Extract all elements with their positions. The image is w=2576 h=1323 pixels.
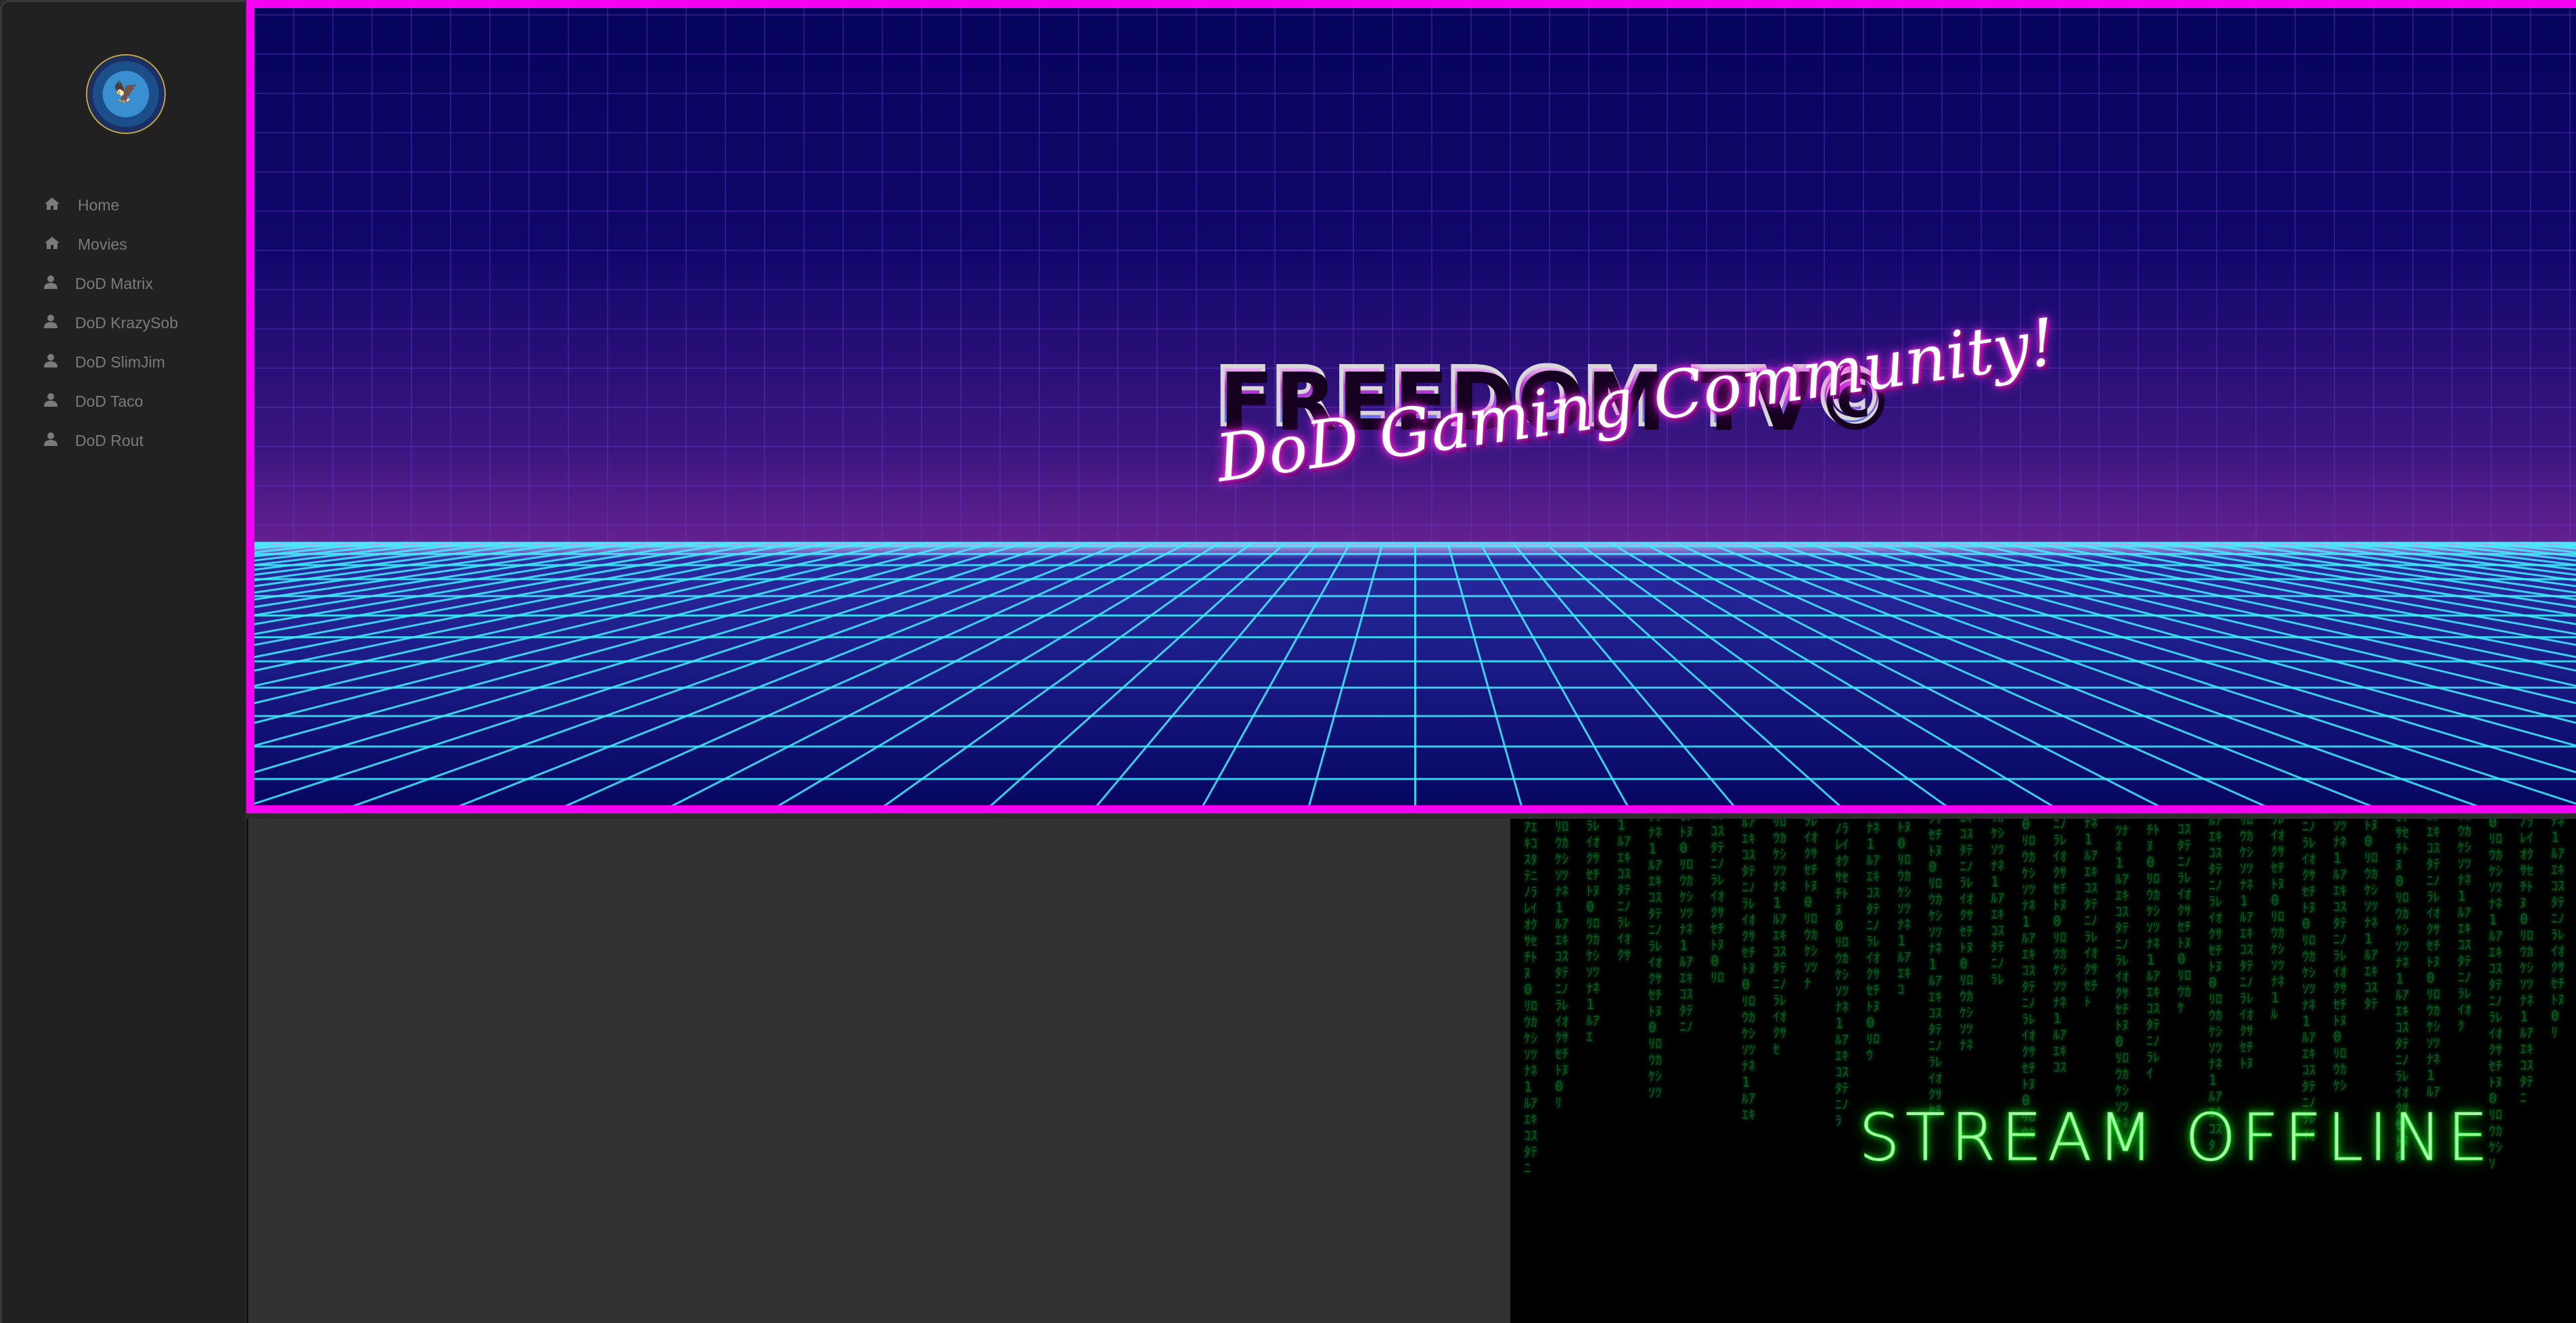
matrix-rain-column: ﾚｲｵｸｻｾﾁﾄﾇ0ﾘﾛｳｶｹｼｿﾂﾅﾈ1ﾙｱｴｷｺｽﾀﾃﾆﾉﾗﾚｲｵｸｻｾﾁﾄ xyxy=(2084,819,2098,1010)
user-icon xyxy=(44,432,60,450)
sidebar-item-movies[interactable]: Movies xyxy=(44,231,127,258)
matrix-rain-column: ｸｻｾﾁﾄﾇ0ﾘﾛｳｶｹｼｿﾂﾅﾈ1ﾙｱｴｷｺｽﾀﾃﾆﾉﾗﾚｲｵｸｻｾﾁﾄﾇ0ﾘ xyxy=(1555,819,1568,1111)
user-icon xyxy=(44,393,60,411)
matrix-rain-column: ｾﾁﾄﾇ0ﾘﾛｳｶｹｼｿﾂﾅﾈ1ﾙｱｴｷｺｽﾀﾃﾆﾉﾗﾚｲｵｸｻｾﾁﾄﾇ0ﾘﾛｳ xyxy=(1866,819,1880,1063)
sidebar-item-label: Movies xyxy=(78,235,127,253)
eagle-icon: 🦅 xyxy=(113,81,139,104)
sidebar-item-label: DoD Matrix xyxy=(75,274,154,292)
matrix-rain-column: ｴｷｺｽﾀﾃﾆﾉﾗﾚｲｵｸｻｾﾁﾄﾇ0ﾘﾛｳｶｹｼｿﾂﾅﾈ1ﾙｱｴｷｺｽﾀﾃﾆﾉ xyxy=(1679,819,1693,1035)
sidebar-item-dod-slimjim[interactable]: DoD SlimJim xyxy=(44,349,165,376)
matrix-rain-column: ｱｴｷｺｽﾀﾃﾆﾉﾗﾚｲｵｸｻｾﾁﾄﾇ0ﾘﾛｳｶｹｼｿﾂﾅﾈ1ﾙｱｴｷｺｽﾀﾃﾆ xyxy=(1524,819,1537,1176)
sidebar-item-label: DoD Taco xyxy=(75,392,143,410)
user-icon xyxy=(44,314,60,332)
matrix-rain-column: ﾅﾈ1ﾙｱｴｷｺｽﾀﾃﾆﾉﾗﾚｲｵｸｻｾﾁﾄﾇ0ﾘﾛｳｶｹｼｿﾂﾅﾈ1ﾙｱｴｷｺ xyxy=(1897,819,1911,997)
home-icon xyxy=(44,196,60,215)
matrix-rain-column: ﾙｱｴｷｺｽﾀﾃﾆﾉﾗﾚｲｵｸｻｾﾁﾄﾇ0ﾘﾛｳｶｹｼｿﾂﾅﾈ1ﾙｱｴｷｺｽﾀﾃ xyxy=(2364,819,2378,1012)
matrix-rain-column: ｸｻｾﾁﾄﾇ0ﾘﾛｳｶｹｼｿﾂﾅﾈ1ﾙｱｴｷｺｽﾀﾃﾆﾉﾗﾚｲｵｸｻｾﾁﾄﾇ0ﾘ xyxy=(2551,819,2564,1040)
sidebar-item-label: DoD SlimJim xyxy=(75,353,165,371)
user-icon xyxy=(44,353,60,372)
matrix-rain-column: ｳｶｹｼｿﾂﾅﾈ1ﾙｱｴｷｺｽﾀﾃﾆﾉﾗﾚｲｵｸｻｾﾁﾄﾇ0ﾘﾛｳｶｹｼｿﾂﾅﾈ xyxy=(1960,819,1973,1053)
sidebar-item-dod-matrix[interactable]: DoD Matrix xyxy=(44,270,153,297)
matrix-rain-column: ﾂﾅﾈ1ﾙｱｴｷｺｽﾀﾃﾆﾉﾗﾚｲｵｸｻｾﾁﾄﾇ0ﾘﾛｳｶｹｼｿﾂﾅﾈ1ﾙｱｴｷ xyxy=(1742,819,1755,1123)
sidebar: 🦅 Home Movies DoD Matrix DoD KrazySob Do… xyxy=(0,0,245,1323)
matrix-rain-column: ｲｵｸｻｾﾁﾄﾇ0ﾘﾛｳｶｹｼｿﾂﾅﾈ1ﾙｱｴｷｺｽﾀﾃﾆﾉﾗﾚｲｵｸｻｾﾁﾄﾇ xyxy=(2240,819,2253,1071)
home-icon xyxy=(44,236,60,254)
matrix-rain-column: ﾃﾆﾉﾗﾚｲｵｸｻｾﾁﾄﾇ0ﾘﾛｳｶｹｼｿﾂﾅﾈ1ﾙｱｴｷｺｽﾀﾃﾆﾉﾗﾚｲｵｸ xyxy=(2458,819,2471,1034)
matrix-rain-column: ﾘﾛｳｶｹｼｿﾂﾅﾈ1ﾙｱｴｷｺｽﾀﾃﾆﾉﾗﾚｲｵｸｻｾﾁﾄﾇ0ﾘﾛｳｶｹｼｿﾂ xyxy=(1648,819,1662,1100)
sidebar-item-label: Home xyxy=(78,196,120,214)
dod-seal-logo[interactable]: 🦅 xyxy=(87,55,164,133)
user-icon xyxy=(44,275,60,293)
content-panel xyxy=(246,819,1510,1323)
matrix-rain-column: ｶｹｼｿﾂﾅﾈ1ﾙｱｴｷｺｽﾀﾃﾆﾉﾗﾚｲｵｸｻｾﾁﾄﾇ0ﾘﾛｳｶｹｼｿﾂﾅﾈ1 xyxy=(2115,819,2129,1147)
sidebar-item-label: DoD Rout xyxy=(75,431,143,449)
matrix-rain-column: ﾄﾇ0ﾘﾛｳｶｹｼｿﾂﾅﾈ1ﾙｱｴｷｺｽﾀﾃﾆﾉﾗﾚｲｵｸｻｾﾁﾄﾇ0ﾘﾛｳｶｹ xyxy=(2177,819,2191,1016)
sidebar-item-label: DoD KrazySob xyxy=(75,313,179,332)
freedom-tv-banner: FREEDOM TV© DoD Gaming Community! xyxy=(246,0,2576,813)
matrix-rain-column: ﾗﾚｲｵｸｻｾﾁﾄﾇ0ﾘﾛｳｶｹｼｿﾂﾅﾈ1ﾙｱｴｷｺｽﾀﾃﾆﾉﾗﾚｲｵｸｻｾﾁ xyxy=(1928,819,1942,1119)
sidebar-item-dod-rout[interactable]: DoD Rout xyxy=(44,427,143,454)
matrix-rain-column: ｷｺｽﾀﾃﾆﾉﾗﾚｲｵｸｻｾﾁﾄﾇ0ﾘﾛｳｶｹｼｿﾂﾅﾈ1ﾙｱｴｷｺｽﾀﾃﾆﾉﾗ xyxy=(1835,819,1849,1129)
sidebar-item-home[interactable]: Home xyxy=(44,192,119,219)
matrix-rain-column: ｻｾﾁﾄﾇ0ﾘﾛｳｶｹｼｿﾂﾅﾈ1ﾙｱｴｷｺｽﾀﾃﾆﾉﾗﾚｲｵｸｻｾﾁﾄﾇ0ﾘﾛ xyxy=(1711,819,1724,985)
matrix-rain-column: ｼｿﾂﾅﾈ1ﾙｱｴｷｺｽﾀﾃﾆﾉﾗﾚｲｵｸｻｾﾁﾄﾇ0ﾘﾛｳｶｹｼｿﾂﾅﾈ1ﾙｱ xyxy=(2426,819,2440,1100)
matrix-rain-column: ｺｽﾀﾃﾆﾉﾗﾚｲｵｸｻｾﾁﾄﾇ0ﾘﾛｳｶｹｼｿﾂﾅﾈ1ﾙｱｴｷｺｽﾀﾃﾆﾉﾗﾚ xyxy=(1991,819,2004,987)
sidebar-item-dod-taco[interactable]: DoD Taco xyxy=(44,388,143,415)
matrix-rain-column: ﾛｳｶｹｼｿﾂﾅﾈ1ﾙｱｴｷｺｽﾀﾃﾆﾉﾗﾚｲｵｸｻｾﾁﾄﾇ0ﾘﾛｳｶｹｼｿﾂﾅ xyxy=(1804,819,1817,991)
stream-player[interactable]: ｸｻｾﾁﾄﾇ0ﾘﾛｳｶｹｼｿﾂﾅﾈ1ﾙｱｴｷｺｽﾀﾃﾆﾉﾗﾚｲｵｸｻｾﾁﾄﾇ0ﾘ… xyxy=(1510,819,2576,1323)
matrix-rain-column: ｽﾀﾃﾆﾉﾗﾚｲｵｸｻｾﾁﾄﾇ0ﾘﾛｳｶｹｼｿﾂﾅﾈ1ﾙｱｴｷｺｽﾀﾃﾆﾉﾗﾚｲ xyxy=(2146,819,2160,1081)
matrix-rain-column: ﾁﾄﾇ0ﾘﾛｳｶｹｼｿﾂﾅﾈ1ﾙｱｴｷｺｽﾀﾃﾆﾉﾗﾚｲｵｸｻｾﾁﾄﾇ0ﾘﾛｳｶ xyxy=(2022,819,2035,1141)
matrix-rain-column: ｹｼｿﾂﾅﾈ1ﾙｱｴｷｺｽﾀﾃﾆﾉﾗﾚｲｵｸｻｾﾁﾄﾇ0ﾘﾛｳｶｹｼｿﾂﾅﾈ1ﾙ xyxy=(2271,819,2284,1022)
stream-offline-text: STREAM OFFLINE xyxy=(1858,1100,2494,1176)
matrix-rain-column: ﾇ0ﾘﾛｳｶｹｼｿﾂﾅﾈ1ﾙｱｴｷｺｽﾀﾃﾆﾉﾗﾚｲｵｸｻｾﾁﾄﾇ0ﾘﾛｳｶｹｼ xyxy=(2333,819,2347,1094)
matrix-rain-column: ﾀﾃﾆﾉﾗﾚｲｵｸｻｾﾁﾄﾇ0ﾘﾛｳｶｹｼｿﾂﾅﾈ1ﾙｱｴｷｺｽﾀﾃﾆﾉﾗﾚｲｵ xyxy=(2302,819,2315,1143)
matrix-rain-column: ﾆﾉﾗﾚｲｵｸｻｾﾁﾄﾇ0ﾘﾛｳｶｹｼｿﾂﾅﾈ1ﾙｱｴｷｺｽﾀﾃﾆﾉﾗﾚｲｵｸｻ xyxy=(1617,819,1631,963)
sidebar-item-dod-krazysob[interactable]: DoD KrazySob xyxy=(44,309,178,336)
matrix-rain-column: ｿﾂﾅﾈ1ﾙｱｴｷｺｽﾀﾃﾆﾉﾗﾚｲｵｸｻｾﾁﾄﾇ0ﾘﾛｳｶｹｼｿﾂﾅﾈ1ﾙｱｴ xyxy=(1586,819,1600,1045)
matrix-rain-column: ﾈ1ﾙｱｴｷｺｽﾀﾃﾆﾉﾗﾚｲｵｸｻｾﾁﾄﾇ0ﾘﾛｳｶｹｼｿﾂﾅﾈ1ﾙｱｴｷｺｽ xyxy=(2053,819,2066,1075)
matrix-rain-column: ｱｴｷｺｽﾀﾃﾆﾉﾗﾚｲｵｸｻｾﾁﾄﾇ0ﾘﾛｳｶｹｼｿﾂﾅﾈ1ﾙｱｴｷｺｽﾀﾃﾆ xyxy=(2520,819,2533,1106)
matrix-rain-column: ﾉﾗﾚｲｵｸｻｾﾁﾄﾇ0ﾘﾛｳｶｹｼｿﾂﾅﾈ1ﾙｱｴｷｺｽﾀﾃﾆﾉﾗﾚｲｵｸｻｾ xyxy=(1773,819,1786,1057)
